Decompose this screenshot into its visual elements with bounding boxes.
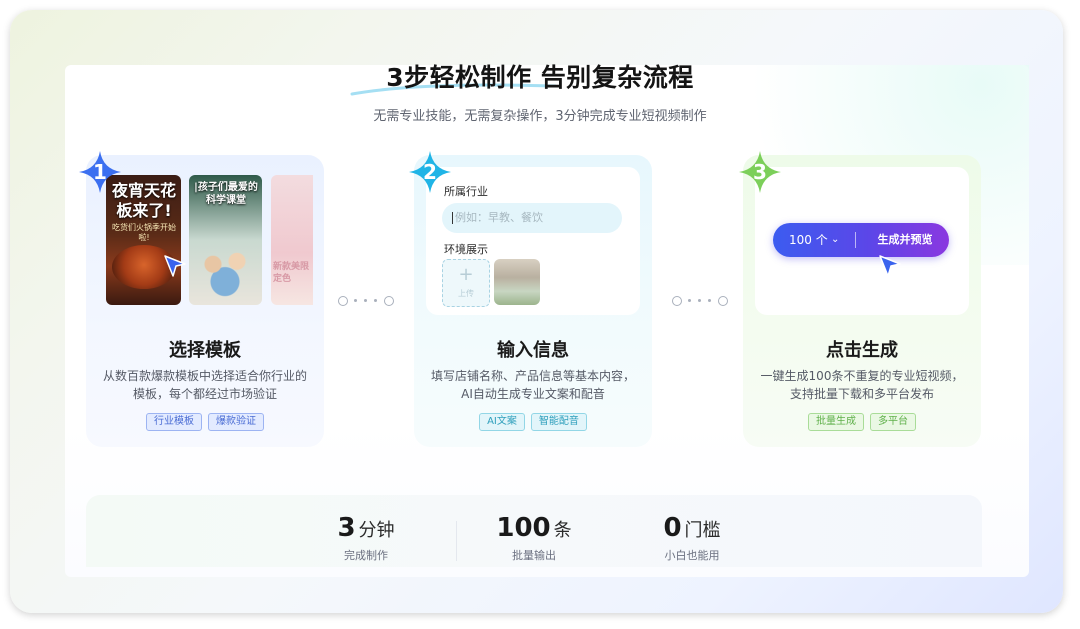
stat-divider (456, 521, 457, 561)
upload-button[interactable]: + 上传 (442, 259, 490, 307)
template-headline: |孩子们最爱的科学课堂 (194, 182, 258, 206)
step-card-select-template[interactable]: 夜宵天花板来了! 吃货们火锅季开始啦! |孩子们最爱的科学课堂 新款美限定色 选… (86, 155, 324, 447)
environment-photo[interactable] (494, 259, 540, 305)
step-description-line: AI自动生成专业文案和配音 (461, 387, 605, 401)
generate-preview: 100 个 ⌄ 生成并预览 (755, 167, 969, 315)
environment-label: 环境展示 (444, 243, 488, 256)
step-tags: 批量生成 多平台 (743, 413, 981, 431)
step-description: 从数百款爆款模板中选择适合你行业的 模板，每个都经过市场验证 (86, 367, 324, 403)
step-connector (338, 294, 394, 308)
industry-placeholder: 例如：早教、餐饮 (455, 211, 543, 224)
stat-label: 批量输出 (512, 549, 556, 562)
generate-preview-button[interactable]: 生成并预览 (865, 223, 945, 257)
stat-unit: 门槛 (684, 520, 721, 541)
step-tags: 行业模板 爆款验证 (86, 413, 324, 431)
pointer-cursor-icon (879, 255, 901, 277)
step-description-line: 从数百款爆款模板中选择适合你行业的 (102, 369, 307, 383)
step-number: 1 (93, 160, 107, 184)
chevron-down-icon[interactable]: ⌄ (831, 223, 839, 257)
info-form: 所属行业 例如：早教、餐饮 环境展示 + 上传 (426, 167, 640, 315)
page-subtitle: 无需专业技能，无需复杂操作，3分钟完成专业短视频制作 (373, 109, 707, 124)
page-title: 3步轻松制作 告别复杂流程 (386, 63, 694, 92)
step-title: 选择模板 (169, 340, 241, 361)
step-number: 2 (423, 160, 437, 184)
stat-item: 3 分钟 完成制作 (296, 513, 436, 563)
template-thumb-night-snack[interactable]: 夜宵天花板来了! 吃货们火锅季开始啦! (106, 175, 181, 305)
step-description-line: 支持批量下载和多平台发布 (789, 387, 934, 401)
step-description: 一键生成100条不重复的专业短视频， 支持批量下载和多平台发布 (743, 367, 981, 403)
classroom-image (195, 241, 255, 299)
step-connector (672, 294, 728, 308)
plus-icon: + (458, 264, 474, 285)
stats-strip: 3 分钟 完成制作 100 条 批量输出 0 门槛 小白也能用 (86, 495, 982, 567)
step-2-badge: 2 (408, 150, 452, 194)
pointer-cursor-icon (164, 255, 186, 277)
step-1-badge: 1 (78, 150, 122, 194)
tag-industry-template[interactable]: 行业模板 (146, 413, 202, 431)
step-title: 点击生成 (826, 340, 898, 361)
template-thumb-science-class[interactable]: |孩子们最爱的科学课堂 (189, 175, 262, 305)
stat-unit: 分钟 (358, 520, 395, 541)
step-description-line: 一键生成100条不重复的专业短视频， (760, 369, 964, 383)
generate-control: 100 个 ⌄ 生成并预览 (773, 223, 949, 257)
tag-hit-verified[interactable]: 爆款验证 (208, 413, 264, 431)
stat-value: 0 (663, 513, 682, 543)
step-description: 填写店铺名称、产品信息等基本内容， AI自动生成专业文案和配音 (414, 367, 652, 403)
stat-value: 100 (496, 513, 551, 543)
stat-unit: 条 (553, 520, 572, 541)
tag-multi-platform[interactable]: 多平台 (870, 413, 916, 431)
divider (855, 232, 856, 248)
tag-batch-generate[interactable]: 批量生成 (808, 413, 864, 431)
step-description-line: 模板，每个都经过市场验证 (132, 387, 277, 401)
template-thumb-beauty[interactable]: 新款美限定色 (271, 175, 313, 305)
stat-item: 100 条 批量输出 (464, 513, 604, 563)
step-card-generate[interactable]: 100 个 ⌄ 生成并预览 点击生成 一键生成100条不重复的专业短视频， 支持… (743, 155, 981, 447)
step-number: 3 (753, 160, 767, 184)
text-caret (452, 212, 453, 224)
stat-item: 0 门槛 小白也能用 (622, 513, 762, 563)
upload-label: 上传 (458, 289, 474, 298)
stat-label: 完成制作 (344, 549, 388, 562)
step-card-input-info[interactable]: 所属行业 例如：早教、餐饮 环境展示 + 上传 输入信息 填写店铺名称、产品信息… (414, 155, 652, 447)
template-caption: 吃货们火锅季开始啦! (112, 223, 176, 242)
count-select[interactable]: 100 个 (789, 223, 828, 257)
tag-ai-copy[interactable]: AI文案 (479, 413, 525, 431)
step-title: 输入信息 (497, 340, 569, 361)
industry-input[interactable]: 例如：早教、餐饮 (442, 203, 622, 233)
stat-value: 3 (337, 513, 356, 543)
template-headline: 新款美限定色 (273, 262, 310, 284)
step-description-line: 填写店铺名称、产品信息等基本内容， (430, 369, 635, 383)
tag-smart-voice[interactable]: 智能配音 (530, 413, 587, 431)
stat-label: 小白也能用 (664, 549, 720, 562)
step-tags: AI文案 智能配音 (414, 413, 652, 431)
step-3-badge: 3 (738, 150, 782, 194)
